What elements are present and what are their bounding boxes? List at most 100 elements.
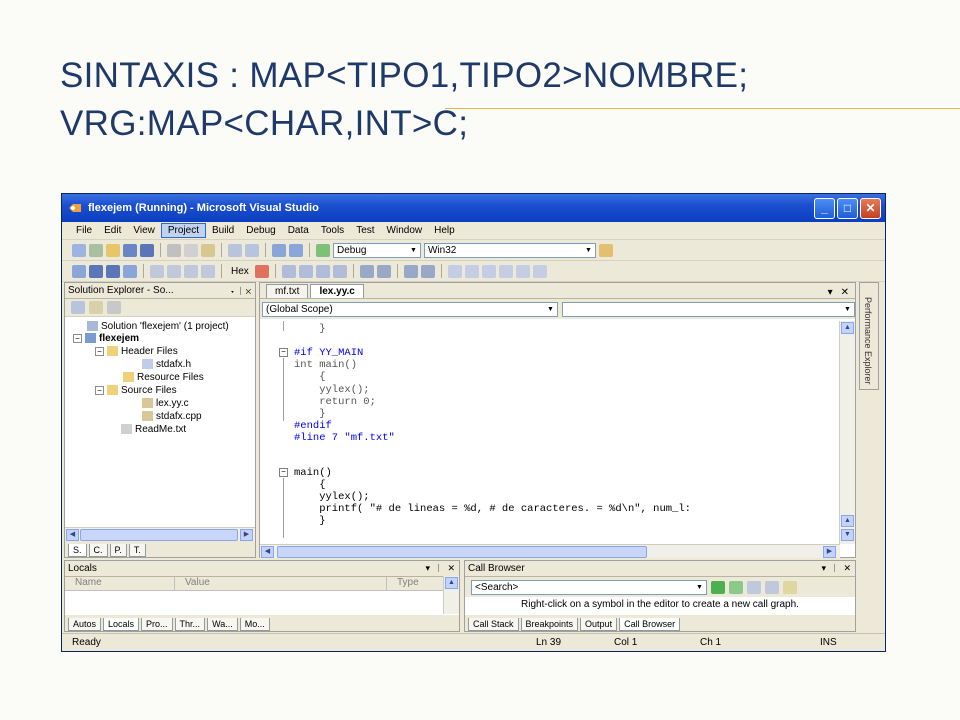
options-icon[interactable] [783, 580, 797, 594]
menu-tools[interactable]: Tools [315, 224, 350, 237]
scroll-left-icon[interactable]: ◀ [261, 546, 274, 558]
indent-icon[interactable] [359, 264, 374, 278]
prev-bookmark-icon[interactable] [464, 264, 479, 278]
find-in-files-icon[interactable] [599, 243, 613, 257]
copy-icon[interactable] [184, 243, 198, 257]
dropdown-icon[interactable]: ▾ [426, 563, 431, 574]
toggle-callers-icon[interactable] [747, 580, 761, 594]
tab-output[interactable]: Output [580, 618, 618, 631]
tree-node-stdafx-cpp[interactable]: stdafx.cpp [142, 410, 202, 422]
dropdown-icon[interactable]: ▾ [828, 287, 833, 298]
comment-icon[interactable] [403, 264, 418, 278]
go-icon[interactable] [711, 580, 725, 594]
tree-node-project[interactable]: − flexejem [73, 332, 139, 344]
vertical-scrollbar[interactable]: ▲ [443, 576, 459, 614]
tab-class-view[interactable]: C. [88, 544, 108, 557]
tab-mf-txt[interactable]: mf.txt [266, 284, 309, 298]
menu-build[interactable]: Build [206, 224, 240, 237]
collapse-icon[interactable]: − [73, 333, 82, 343]
scope-select[interactable]: (Global Scope) ▼ [262, 301, 558, 317]
menu-data[interactable]: Data [282, 224, 315, 237]
break-all-icon[interactable] [89, 264, 103, 278]
close-button[interactable]: ✕ [860, 197, 881, 219]
scroll-down-icon[interactable]: ▼ [841, 529, 854, 541]
redo-icon[interactable] [245, 243, 259, 257]
tree-node-solution[interactable]: Solution 'flexejem' (1 project) [87, 320, 229, 332]
toolbar-icon-3[interactable] [315, 264, 330, 278]
tab-call-stack[interactable]: Call Stack [468, 618, 519, 631]
tab-solution-explorer[interactable]: S. [68, 544, 87, 557]
tree-node-source-files[interactable]: − Source Files [95, 384, 177, 396]
properties-icon[interactable] [71, 301, 85, 314]
horizontal-scrollbar[interactable]: ◀ ▶ [65, 527, 255, 541]
show-next-statement-icon[interactable] [150, 264, 164, 278]
close-icon[interactable]: ✕ [843, 563, 851, 574]
cut-icon[interactable] [167, 243, 181, 257]
column-value[interactable]: Value [175, 577, 387, 590]
restart-icon[interactable] [123, 264, 137, 278]
tree-node-header-files[interactable]: − Header Files [95, 345, 178, 357]
platform-select[interactable]: Win32 ▼ [424, 242, 596, 258]
scroll-up-icon[interactable]: ▲ [841, 515, 854, 527]
menu-file[interactable]: File [70, 224, 98, 237]
open-file-icon[interactable] [106, 243, 120, 257]
tab-modules[interactable]: Mo... [239, 618, 270, 631]
next-bookmark-icon[interactable] [481, 264, 496, 278]
breakpoint-icon[interactable] [254, 264, 269, 278]
start-debug-icon[interactable] [316, 243, 330, 257]
scroll-left-icon[interactable]: ◀ [66, 529, 79, 541]
clear-icon[interactable] [765, 580, 779, 594]
save-icon[interactable] [123, 243, 137, 257]
toolbar-icon-2[interactable] [298, 264, 313, 278]
step-into-icon[interactable] [167, 264, 181, 278]
close-icon[interactable]: ✕ [447, 563, 455, 574]
scroll-right-icon[interactable]: ▶ [240, 529, 253, 541]
show-all-files-icon[interactable] [89, 301, 103, 314]
menu-test[interactable]: Test [350, 224, 380, 237]
next-bookmark-folder-icon[interactable] [515, 264, 530, 278]
refresh-icon[interactable] [107, 301, 121, 314]
fold-collapse-icon[interactable]: − [279, 468, 288, 477]
vertical-scrollbar[interactable]: ▲ ▲ ▼ [839, 321, 855, 544]
toolbar-icon-1[interactable] [281, 264, 296, 278]
outdent-icon[interactable] [376, 264, 391, 278]
hex-toggle[interactable]: Hex [228, 266, 252, 277]
column-type[interactable]: Type [387, 577, 445, 590]
tree-node-stdafx-h[interactable]: stdafx.h [142, 358, 191, 370]
add-item-icon[interactable] [89, 243, 103, 257]
menu-debug[interactable]: Debug [240, 224, 281, 237]
save-all-icon[interactable] [140, 243, 154, 257]
navigate-back-icon[interactable] [272, 243, 286, 257]
scroll-up-icon[interactable]: ▲ [841, 322, 854, 334]
collapse-icon[interactable]: − [95, 346, 104, 356]
performance-explorer-tab[interactable]: Performance Explorer [859, 282, 879, 390]
close-icon[interactable]: ✕ [841, 287, 849, 298]
tab-watch[interactable]: Wa... [207, 618, 238, 631]
scroll-right-icon[interactable]: ▶ [823, 546, 836, 558]
bookmark-icon[interactable] [447, 264, 462, 278]
horizontal-scrollbar[interactable]: ◀ ▶ [260, 544, 840, 558]
code-area[interactable]: − − } #if YY_MAIN int main() { yylex(); … [260, 321, 839, 544]
menu-edit[interactable]: Edit [98, 224, 127, 237]
step-out-icon[interactable] [201, 264, 215, 278]
prev-bookmark-folder-icon[interactable] [498, 264, 513, 278]
window-titlebar[interactable]: flexejem (Running) - Microsoft Visual St… [62, 194, 885, 222]
scroll-up-icon[interactable]: ▲ [445, 577, 458, 589]
undo-icon[interactable] [228, 243, 242, 257]
tree-node-lex-yy-c[interactable]: lex.yy.c [142, 397, 189, 409]
pin-icon[interactable]: ᛁ [436, 563, 441, 574]
tab-locals[interactable]: Locals [103, 618, 140, 631]
pin-icon[interactable]: ᛁ [832, 563, 837, 574]
tab-threads[interactable]: Thr... [174, 618, 206, 631]
menu-help[interactable]: Help [428, 224, 461, 237]
scroll-thumb[interactable] [277, 546, 647, 558]
maximize-button[interactable]: □ [837, 197, 858, 219]
uncomment-icon[interactable] [420, 264, 435, 278]
tab-property-manager[interactable]: P. [109, 544, 127, 557]
tab-call-browser[interactable]: Call Browser [619, 618, 681, 631]
menu-view[interactable]: View [127, 224, 161, 237]
scroll-thumb[interactable] [80, 529, 238, 541]
column-name[interactable]: Name [65, 577, 175, 590]
panel-controls[interactable]: ▾ ᛁ ✕ [230, 286, 255, 296]
toolbar-icon-4[interactable] [332, 264, 347, 278]
